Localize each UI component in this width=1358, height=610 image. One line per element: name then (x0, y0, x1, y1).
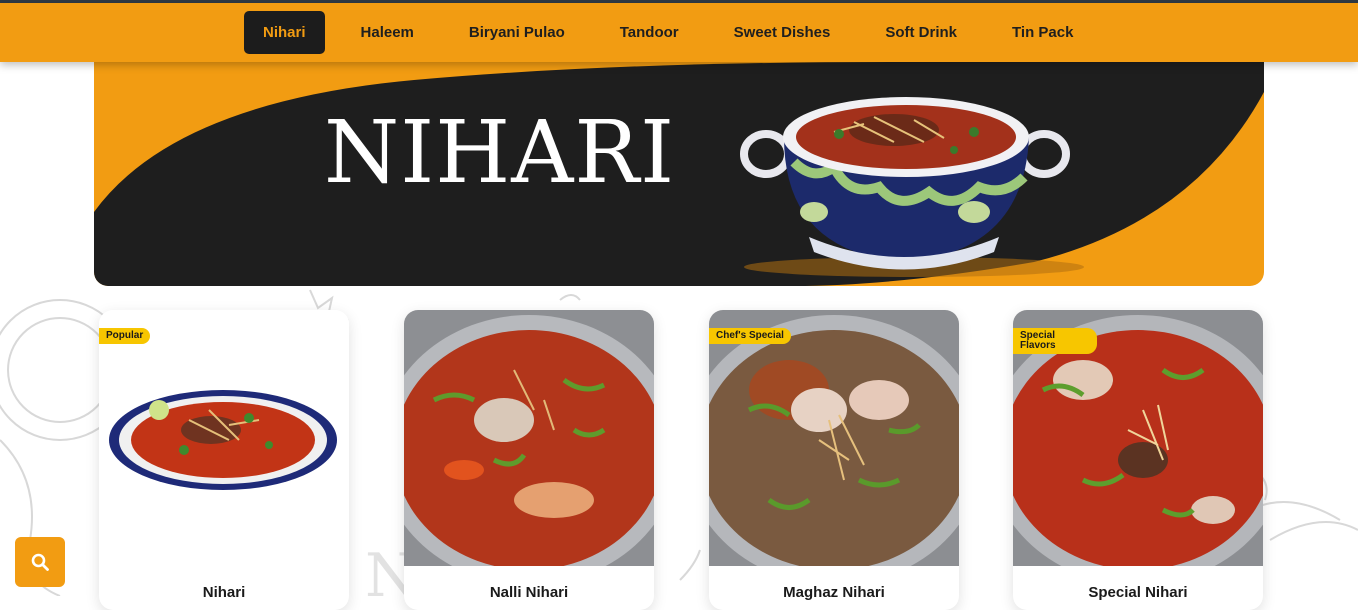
nav-item-tandoor[interactable]: Tandoor (601, 11, 698, 54)
menu-card[interactable]: Nalli Nihari (404, 310, 654, 610)
nav-item-sweet-dishes[interactable]: Sweet Dishes (715, 11, 850, 54)
dish-image (709, 310, 959, 566)
card-badge: Chef's Special (709, 328, 791, 344)
banner-title: NIHARI (324, 103, 676, 203)
nav-item-haleem[interactable]: Haleem (342, 11, 433, 54)
nav-item-nihari[interactable]: Nihari (244, 11, 325, 54)
menu-card[interactable]: Chef's Special Maghaz Nihari (709, 310, 959, 610)
dish-image (99, 310, 349, 566)
nav-item-soft-drink[interactable]: Soft Drink (866, 11, 976, 54)
banner-background (94, 62, 1264, 286)
dish-image (404, 310, 654, 566)
nav-item-biryani-pulao[interactable]: Biryani Pulao (450, 11, 584, 54)
category-nav: Nihari Haleem Biryani Pulao Tandoor Swee… (244, 11, 1109, 54)
card-title: Nihari (202, 584, 246, 601)
card-title: Maghaz Nihari (783, 584, 885, 601)
card-title: Nalli Nihari (489, 584, 569, 601)
category-navbar: Nihari Haleem Biryani Pulao Tandoor Swee… (0, 3, 1358, 62)
menu-card[interactable]: Popular Nihari (99, 310, 349, 610)
menu-card[interactable]: Special Flavors Special Nihari (1013, 310, 1263, 610)
search-button[interactable] (15, 537, 65, 587)
card-badge: Special Flavors (1013, 328, 1097, 354)
category-banner: NIHARI (94, 62, 1264, 286)
card-badge: Popular (99, 328, 151, 344)
search-icon (31, 553, 49, 571)
card-title: Special Nihari (1088, 584, 1188, 601)
nav-item-tin-pack[interactable]: Tin Pack (993, 11, 1092, 54)
